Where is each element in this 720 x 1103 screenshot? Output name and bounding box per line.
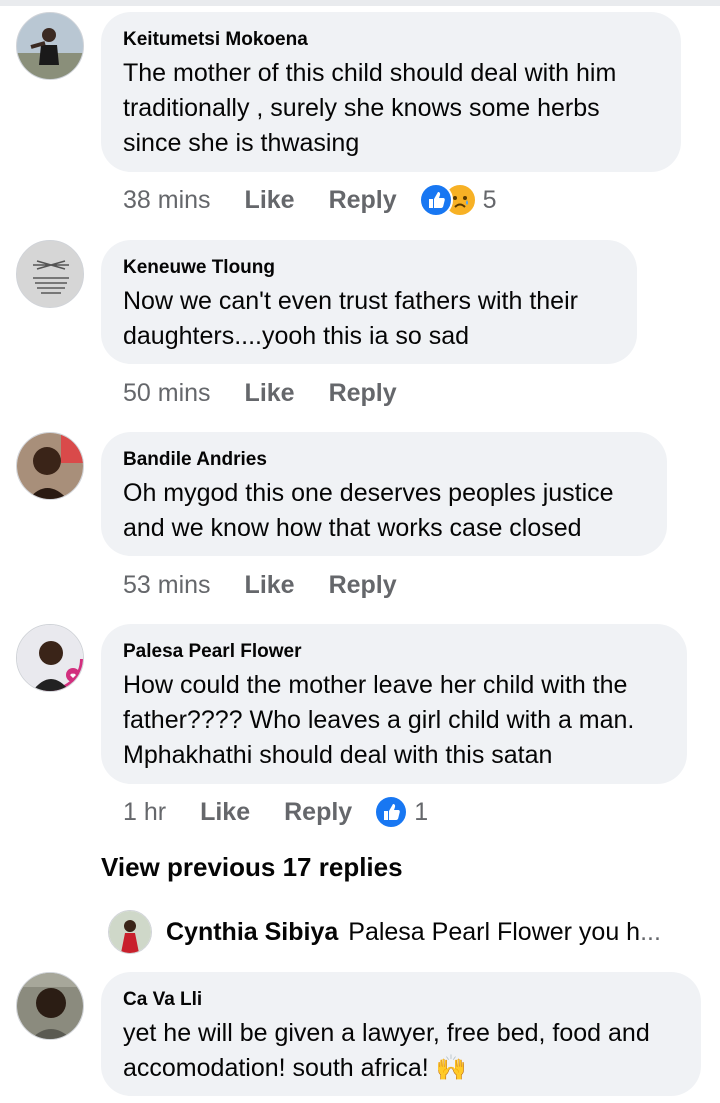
comment-bubble: Keneuwe Tloung Now we can't even trust f…: [101, 240, 637, 364]
comment-time[interactable]: 53 mins: [123, 571, 211, 600]
comment-actions: 1 hr Like Reply 1: [123, 794, 428, 830]
comment-actions: 53 mins Like Reply: [123, 567, 431, 603]
reply-button[interactable]: Reply: [329, 186, 397, 215]
comment-actions: 50 mins Like Reply: [123, 375, 431, 411]
reply-author[interactable]: Cynthia Sibiya: [166, 918, 338, 947]
comment-author[interactable]: Keneuwe Tloung: [123, 256, 615, 280]
reply-snippet: Palesa Pearl Flower you h: [348, 917, 641, 946]
reply-button[interactable]: Reply: [329, 379, 397, 408]
reply-ellipsis: ...: [640, 917, 661, 946]
comment-author[interactable]: Keitumetsi Mokoena: [123, 28, 659, 52]
comment-bubble: Bandile Andries Oh mygod this one deserv…: [101, 432, 667, 556]
reaction-summary[interactable]: 1: [374, 795, 428, 829]
avatar[interactable]: [16, 12, 84, 80]
comment-time[interactable]: 1 hr: [123, 798, 166, 827]
reaction-count: 5: [482, 185, 497, 214]
comment-bubble: Keitumetsi Mokoena The mother of this ch…: [101, 12, 681, 172]
comment-text: Now we can't even trust fathers with the…: [123, 287, 578, 350]
comment-author[interactable]: Ca Va Lli: [123, 988, 679, 1012]
avatar[interactable]: [16, 624, 84, 692]
reply-button[interactable]: Reply: [329, 571, 397, 600]
comment-text: The mother of this child should deal wit…: [123, 59, 617, 157]
comment-actions: 38 mins Like Reply 5: [123, 182, 497, 218]
like-button[interactable]: Like: [200, 798, 250, 827]
top-divider: [0, 0, 720, 6]
comment-text: yet he will be given a lawyer, free bed,…: [123, 1016, 679, 1086]
avatar[interactable]: [16, 432, 84, 500]
reply-button[interactable]: Reply: [284, 798, 352, 827]
like-reaction-icon: [374, 795, 409, 829]
comment-text: Oh mygod this one deserves peoples justi…: [123, 479, 614, 542]
comment-time[interactable]: 38 mins: [123, 186, 211, 215]
like-button[interactable]: Like: [245, 571, 295, 600]
avatar[interactable]: [16, 240, 84, 308]
like-reaction-icon: [418, 183, 453, 217]
view-previous-replies[interactable]: View previous 17 replies: [101, 852, 403, 883]
reaction-summary[interactable]: 5: [418, 183, 497, 217]
avatar[interactable]: [108, 910, 152, 954]
comment-text: How could the mother leave her child wit…: [123, 671, 635, 769]
comment-author[interactable]: Bandile Andries: [123, 448, 645, 472]
comment-author[interactable]: Palesa Pearl Flower: [123, 640, 665, 664]
like-button[interactable]: Like: [245, 379, 295, 408]
like-button[interactable]: Like: [245, 186, 295, 215]
reply-preview[interactable]: Cynthia Sibiya Palesa Pearl Flower you h…: [108, 910, 661, 954]
raised-hands-emoji-line: accomodation! south africa! 🙌: [123, 1054, 467, 1082]
comment-time[interactable]: 50 mins: [123, 379, 211, 408]
reaction-count: 1: [414, 797, 429, 826]
comment-bubble: Ca Va Lli yet he will be given a lawyer,…: [101, 972, 701, 1096]
avatar[interactable]: [16, 972, 84, 1040]
comment-bubble: Palesa Pearl Flower How could the mother…: [101, 624, 687, 784]
